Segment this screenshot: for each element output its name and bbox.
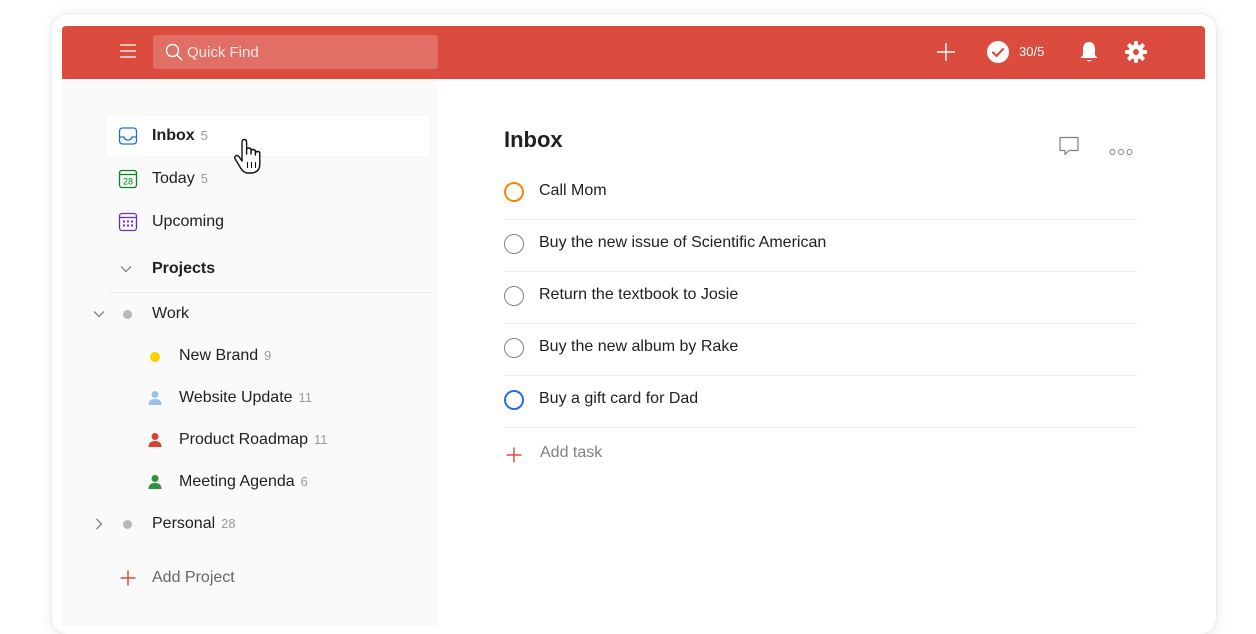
project-label: Personal 28 [152, 515, 236, 532]
project-label: Meeting Agenda 6 [179, 473, 308, 490]
inbox-icon [118, 126, 138, 151]
task-text: Buy the new album by Rake [539, 338, 739, 355]
task-checkbox[interactable] [504, 182, 524, 202]
sidebar: Inbox 5 28 Today 5 Upcoming Projects Wor… [62, 79, 437, 626]
project-item-personal[interactable]: Personal 28 [80, 504, 430, 544]
task-checkbox[interactable] [504, 338, 524, 358]
projects-divider [110, 292, 430, 293]
task-checkbox[interactable] [504, 234, 524, 254]
sidebar-item-label: Upcoming [152, 213, 225, 230]
project-item-new-brand[interactable]: New Brand 9 [106, 336, 430, 376]
task-checkbox[interactable] [504, 286, 524, 306]
project-label: Product Roadmap 11 [179, 431, 328, 448]
karma-count: 30/5 [1019, 44, 1045, 59]
project-item-meeting-agenda[interactable]: Meeting Agenda 6 [106, 462, 430, 502]
task-item[interactable]: Return the textbook to Josie [504, 272, 1137, 324]
svg-text:28: 28 [123, 177, 133, 187]
chevron-down-icon[interactable] [119, 262, 133, 281]
check-circle-icon [987, 41, 1009, 63]
project-color-dot [123, 310, 132, 319]
sidebar-item-today[interactable]: 28 Today 5 [106, 159, 430, 199]
task-item[interactable]: Buy a gift card for Dad [504, 376, 1137, 428]
chevron-down-icon[interactable] [92, 307, 106, 326]
search-input[interactable] [187, 35, 432, 69]
app-window: 30/5 [62, 26, 1205, 626]
project-label: Website Update 11 [179, 389, 313, 406]
projects-label: Projects [152, 260, 216, 277]
task-text: Buy a gift card for Dad [539, 390, 699, 407]
chevron-right-icon[interactable] [92, 517, 106, 536]
add-project-button[interactable]: Add Project [106, 558, 306, 598]
main-content: Inbox Call Mom Buy the new issue of Scie… [437, 79, 1205, 626]
person-icon [148, 390, 162, 411]
project-item-product-roadmap[interactable]: Product Roadmap 11 [106, 420, 430, 460]
top-bar: 30/5 [62, 26, 1205, 79]
sidebar-item-inbox[interactable]: Inbox 5 [106, 116, 430, 156]
project-label: Work [152, 305, 190, 322]
task-item[interactable]: Call Mom [504, 168, 1137, 220]
quick-find-search[interactable] [153, 35, 438, 69]
calendar-upcoming-icon [118, 212, 138, 237]
task-text: Return the textbook to Josie [539, 286, 739, 303]
search-icon [164, 42, 184, 62]
menu-icon[interactable] [118, 41, 138, 61]
sidebar-item-label: Inbox 5 [152, 127, 208, 144]
plus-icon [506, 447, 522, 468]
add-icon[interactable] [936, 42, 956, 67]
more-options-icon[interactable] [1109, 143, 1133, 161]
comment-icon[interactable] [1058, 135, 1080, 162]
add-task-label: Add task [540, 444, 603, 461]
add-project-label: Add Project [152, 569, 235, 586]
task-divider [504, 427, 1137, 428]
bell-icon[interactable] [1079, 40, 1099, 69]
task-item[interactable]: Buy the new album by Rake [504, 324, 1137, 376]
person-icon [148, 474, 162, 495]
task-checkbox[interactable] [504, 390, 524, 410]
project-item-work[interactable]: Work [80, 294, 430, 334]
project-item-website-update[interactable]: Website Update 11 [106, 378, 430, 418]
projects-header[interactable]: Projects [106, 249, 430, 289]
task-item[interactable]: Buy the new issue of Scientific American [504, 220, 1137, 272]
calendar-today-icon: 28 [118, 169, 138, 194]
project-color-dot [150, 352, 160, 362]
project-color-dot [123, 520, 132, 529]
sidebar-item-upcoming[interactable]: Upcoming [106, 202, 430, 242]
person-icon [148, 432, 162, 453]
plus-icon [120, 570, 136, 591]
sidebar-item-label: Today 5 [152, 170, 208, 187]
task-text: Call Mom [539, 182, 607, 199]
settings-gear-icon[interactable] [1124, 40, 1148, 69]
task-text: Buy the new issue of Scientific American [539, 234, 827, 251]
page-title: Inbox [504, 127, 563, 152]
project-label: New Brand 9 [179, 347, 272, 364]
